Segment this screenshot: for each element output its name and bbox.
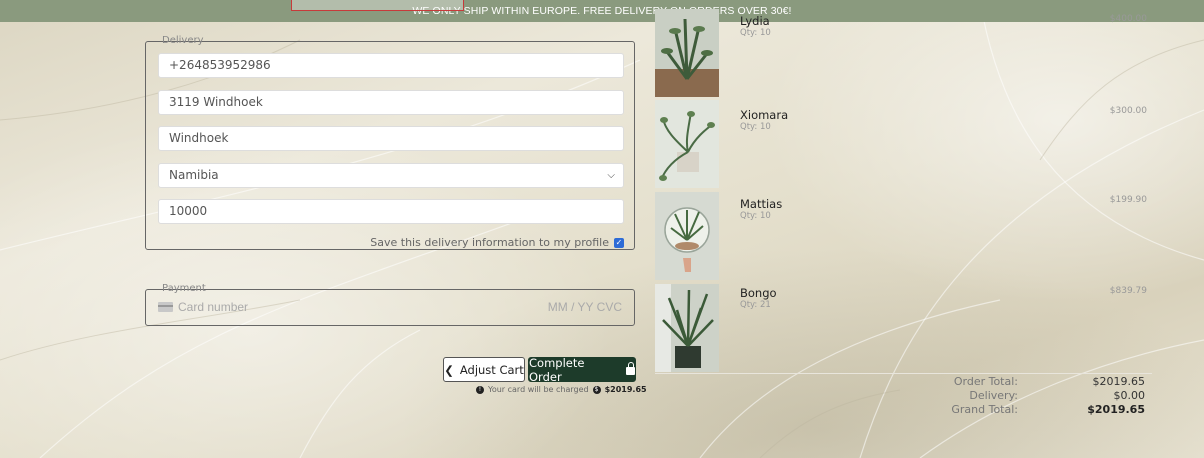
- delivery-fieldset: Delivery +264853952986 3119 Windhoek Win…: [145, 35, 635, 250]
- adjust-cart-label: Adjust Cart: [459, 362, 524, 377]
- country-select[interactable]: Namibia ⌵: [158, 163, 624, 188]
- chevron-down-icon: ⌵: [607, 170, 615, 181]
- card-input[interactable]: Card number MM / YY CVC: [158, 300, 624, 316]
- item-price: $199.90: [1109, 195, 1147, 205]
- list-item: Mattias Qty: 10 $199.90: [655, 192, 1152, 280]
- item-qty: Qty: 10: [740, 28, 771, 38]
- list-item: Xiomara Qty: 10 $300.00: [655, 100, 1152, 188]
- street-address-field[interactable]: 3119 Windhoek: [158, 90, 624, 115]
- order-total-value: $2019.65: [1092, 375, 1146, 388]
- save-info-checkbox[interactable]: ✓: [614, 237, 624, 248]
- item-name: Xiomara: [740, 108, 789, 122]
- card-number-placeholder: Card number: [178, 300, 249, 314]
- delivery-label: Delivery:: [969, 389, 1018, 402]
- order-totals: Order Total: $2019.65 Delivery: $0.00 Gr…: [900, 375, 1150, 417]
- payment-fieldset: Payment Card number MM / YY CVC: [145, 283, 635, 326]
- grand-total-row: Grand Total: $2019.65: [900, 403, 1150, 417]
- item-price: $400.00: [1109, 14, 1147, 24]
- exclamation-icon: !: [476, 385, 484, 394]
- item-qty: Qty: 10: [740, 122, 771, 132]
- grand-total-label: Grand Total:: [951, 403, 1018, 416]
- totals-divider: [655, 373, 1152, 374]
- order-total-row: Order Total: $2019.65: [900, 375, 1150, 389]
- save-info-label: Save this delivery information to my pro…: [370, 236, 609, 249]
- city-field[interactable]: Windhoek: [158, 126, 624, 151]
- item-qty: Qty: 21: [740, 300, 771, 310]
- save-info-row: Save this delivery information to my pro…: [370, 236, 624, 249]
- item-price: $300.00: [1109, 106, 1147, 116]
- list-item: Lydia Qty: 10 $400.00: [655, 9, 1152, 97]
- item-name: Bongo: [740, 286, 777, 300]
- item-name: Mattias: [740, 197, 783, 211]
- item-price: $839.79: [1109, 286, 1147, 296]
- product-image: [655, 192, 719, 280]
- delivery-legend: Delivery: [162, 35, 204, 46]
- complete-order-button[interactable]: Complete Order: [528, 355, 636, 384]
- highlight-box: [291, 0, 464, 11]
- postcode-field[interactable]: 10000: [158, 199, 624, 224]
- list-item: Bongo Qty: 21 $839.79: [655, 284, 1152, 372]
- expiry-cvc-placeholder: MM / YY CVC: [547, 300, 622, 314]
- country-select-value: Namibia: [169, 168, 219, 182]
- item-qty: Qty: 10: [740, 211, 771, 221]
- charge-note: ! Your card will be charged $ $2019.65: [476, 385, 647, 394]
- item-name: Lydia: [740, 14, 770, 28]
- charge-amount: $2019.65: [604, 385, 647, 394]
- product-image: [655, 284, 719, 372]
- payment-legend: Payment: [162, 283, 206, 294]
- delivery-value: $0.00: [1113, 389, 1146, 402]
- lock-icon: [626, 362, 635, 375]
- product-image: [655, 9, 719, 97]
- phone-field[interactable]: +264853952986: [158, 53, 624, 78]
- product-image: [655, 100, 719, 188]
- adjust-cart-button[interactable]: ❮ Adjust Cart: [443, 357, 525, 382]
- dollar-icon: $: [592, 385, 601, 394]
- order-total-label: Order Total:: [953, 375, 1018, 388]
- delivery-row: Delivery: $0.00: [900, 389, 1150, 403]
- charge-note-text: Your card will be charged: [488, 385, 589, 394]
- credit-card-icon: [158, 302, 173, 312]
- chevron-left-icon: ❮: [444, 362, 454, 377]
- grand-total-value: $2019.65: [1087, 403, 1145, 416]
- complete-order-label: Complete Order: [529, 355, 585, 384]
